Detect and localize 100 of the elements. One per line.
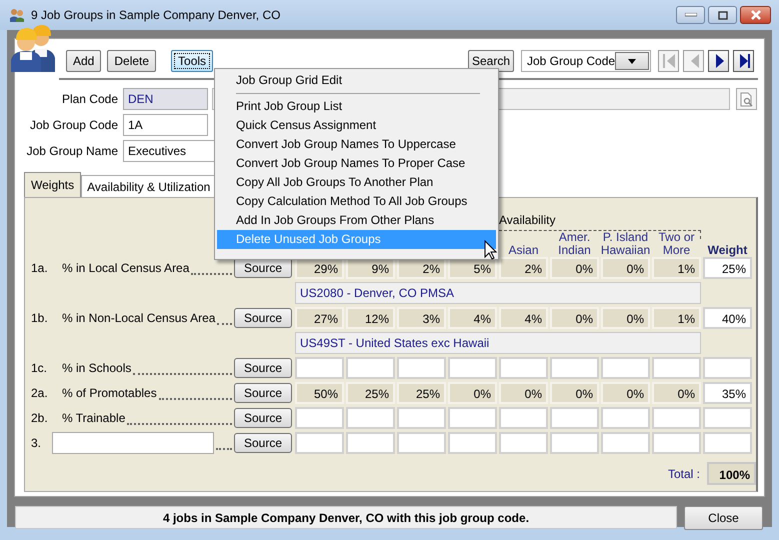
table-cell: 0% [550, 307, 599, 329]
lookup-button[interactable] [736, 88, 757, 110]
table-cell: 3% [397, 307, 446, 329]
menu-item[interactable]: Print Job Group List [217, 97, 496, 116]
row-label: % of Promotables [62, 386, 157, 400]
table-cell [295, 357, 344, 379]
close-button[interactable]: Close [684, 506, 763, 530]
row-number: 1a. [31, 261, 49, 275]
table-cell [346, 432, 395, 454]
table-cell [550, 432, 599, 454]
row-number: 2b. [31, 411, 49, 425]
row-label: % in Schools [62, 361, 132, 375]
table-cell: 0% [550, 382, 599, 404]
table-cell [448, 407, 497, 429]
menu-item[interactable]: Copy All Job Groups To Another Plan [217, 173, 496, 192]
group-heading: Availability [499, 213, 556, 227]
row-number: 2a. [31, 386, 49, 400]
column-header: Two or More [657, 231, 696, 257]
weight-cell[interactable]: 35% [703, 382, 752, 404]
table-cell: 2% [499, 257, 548, 279]
table-cell: 0% [499, 382, 548, 404]
table-cell: 1% [652, 307, 701, 329]
total-value: 100% [707, 462, 756, 485]
column-header: P. Island Hawaiian [600, 231, 650, 257]
table-cell [448, 432, 497, 454]
weight-cell[interactable] [703, 432, 752, 454]
table-cell [652, 407, 701, 429]
minimize-button[interactable] [676, 6, 705, 24]
table-cell [448, 357, 497, 379]
row-number: 3. [31, 436, 42, 450]
table-cell: 50% [295, 382, 344, 404]
table-cell [397, 357, 446, 379]
table-cell [346, 357, 395, 379]
table-cell: 27% [295, 307, 344, 329]
row-number: 1c. [31, 361, 48, 375]
close-button[interactable] [740, 6, 771, 24]
last-record-button[interactable] [733, 50, 754, 72]
sort-dropdown[interactable]: Job Group Code [521, 50, 651, 72]
source-button[interactable]: Source [234, 433, 292, 453]
minimize-icon [684, 13, 696, 17]
readonly-field[interactable]: DEN [123, 88, 208, 110]
toolbar-button[interactable]: Delete [107, 50, 156, 72]
table-cell: 25% [346, 382, 395, 404]
menu-item[interactable]: Quick Census Assignment [217, 116, 496, 135]
total-label: Total : [668, 466, 700, 480]
menu-item[interactable]: Add In Job Groups From Other Plans [217, 211, 496, 230]
status-bar: 4 jobs in Sample Company Denver, CO with this job group code. [15, 506, 677, 529]
table-cell: 25% [397, 382, 446, 404]
census-area-field: US2080 - Denver, CO PMSA [295, 282, 701, 304]
table-cell [499, 432, 548, 454]
input-field[interactable] [52, 432, 214, 454]
table-cell [652, 432, 701, 454]
cursor-icon [484, 240, 497, 260]
input-field[interactable]: 1A [123, 114, 208, 136]
weight-cell[interactable] [703, 357, 752, 379]
table-cell [601, 432, 650, 454]
source-button[interactable]: Source [234, 408, 292, 428]
weight-cell[interactable]: 25% [703, 257, 752, 279]
table-cell [295, 407, 344, 429]
menu-item[interactable]: Copy Calculation Method To All Job Groups [217, 192, 496, 211]
table-cell: 0% [601, 257, 650, 279]
table-cell: 0% [550, 257, 599, 279]
column-header: Amer. Indian [557, 231, 592, 257]
table-cell: 12% [346, 307, 395, 329]
weight-cell[interactable]: 40% [703, 307, 752, 329]
menu-item[interactable]: Convert Job Group Names To Proper Case [217, 154, 496, 173]
tab[interactable]: Availability & Utilization [81, 175, 216, 197]
search-document-icon [740, 92, 753, 106]
weight-cell[interactable] [703, 407, 752, 429]
table-cell: 1% [652, 257, 701, 279]
app-icon [9, 8, 25, 22]
source-button[interactable]: Source [234, 358, 292, 378]
table-cell: 0% [652, 382, 701, 404]
table-cell: 4% [448, 307, 497, 329]
table-cell [550, 407, 599, 429]
source-button[interactable]: Source [234, 308, 292, 328]
table-cell [499, 357, 548, 379]
table-cell [397, 432, 446, 454]
table-cell [397, 407, 446, 429]
table-cell [346, 407, 395, 429]
row-number: 1b. [31, 311, 49, 325]
toolbar-button[interactable]: Tools [171, 50, 214, 72]
census-area-field: US49ST - United States exc Hawaii [295, 332, 701, 354]
source-button[interactable]: Source [234, 258, 292, 278]
window-title: 9 Job Groups in Sample Company Denver, CO [31, 8, 282, 22]
tab[interactable]: Weights [24, 172, 82, 197]
table-cell [499, 407, 548, 429]
table-cell: 0% [601, 307, 650, 329]
table-cell: 0% [601, 382, 650, 404]
table-cell [652, 357, 701, 379]
column-header: Weight [708, 244, 748, 257]
toolbar-button[interactable]: Add [66, 50, 102, 72]
table-cell [295, 432, 344, 454]
next-record-button[interactable] [708, 50, 729, 72]
field-label: Plan Code [60, 92, 118, 106]
source-button[interactable]: Source [234, 383, 292, 403]
maximize-button[interactable] [708, 6, 737, 24]
row-label: % in Non-Local Census Area [62, 311, 216, 325]
menu-item[interactable]: Convert Job Group Names To Uppercase [217, 135, 496, 154]
table-cell [601, 357, 650, 379]
